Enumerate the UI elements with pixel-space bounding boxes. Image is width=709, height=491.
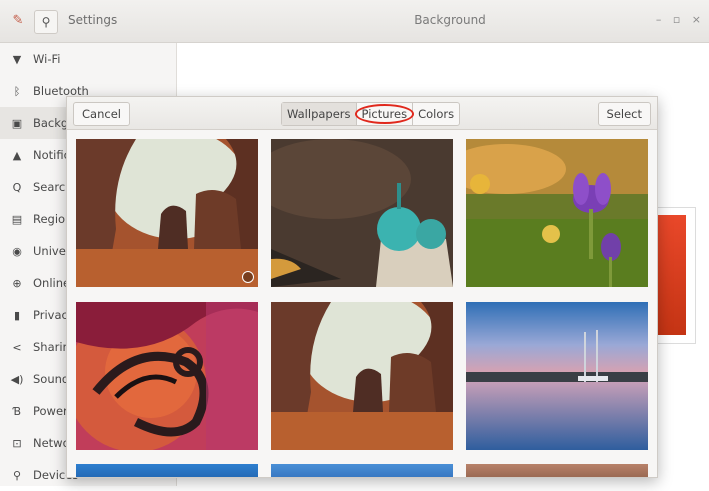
cathedral-dome-image — [271, 139, 453, 287]
background-chooser-dialog: Cancel Wallpapers Pictures Colors Select — [66, 96, 658, 478]
desert-arch-image-2 — [271, 302, 453, 450]
privacy-icon: ▮ — [13, 308, 21, 322]
sidebar-item-label: Netwo — [33, 436, 70, 450]
cancel-button[interactable]: Cancel — [73, 102, 130, 126]
harbor-sunset-image — [466, 302, 648, 450]
sidebar-item-label: Online — [33, 276, 71, 290]
tab-pictures[interactable]: Pictures — [354, 103, 414, 125]
sidebar-item-label: Notific — [33, 148, 70, 162]
wallpaper-grid — [67, 130, 657, 477]
background-icon: ▣ — [11, 116, 23, 130]
sidebar-item-wifi[interactable]: ▼ Wi-Fi — [0, 43, 176, 75]
bluetooth-icon: ᛒ — [13, 84, 21, 98]
wallpaper-thumbnail[interactable] — [271, 139, 453, 287]
sidebar-item-label: Sound — [33, 372, 70, 386]
purple-crocus-image — [466, 139, 648, 287]
wallpaper-thumbnail[interactable] — [466, 139, 648, 287]
wallpaper-thumbnail[interactable] — [271, 302, 453, 450]
network-icon: ⊡ — [12, 436, 22, 450]
desert-arch-image — [76, 139, 258, 287]
bell-icon: ▲ — [12, 148, 22, 162]
title-bar: ✎ ⚲ Settings Background – ▫ × — [0, 0, 709, 43]
wallpaper-thumbnail[interactable] — [76, 464, 258, 477]
search-icon: Q — [12, 180, 22, 194]
current-wallpaper-icon — [242, 271, 254, 283]
wifi-icon: ▼ — [12, 52, 22, 66]
speaker-icon: ◀) — [10, 372, 24, 386]
window-title: Background — [414, 13, 486, 27]
online-accounts-icon: ⊕ — [12, 276, 22, 290]
sidebar-item-label: Wi-Fi — [33, 52, 61, 66]
source-tabs: Wallpapers Pictures Colors — [281, 102, 461, 126]
dialog-header: Cancel Wallpapers Pictures Colors Select — [67, 97, 657, 130]
window-controls[interactable]: – ▫ × — [656, 13, 705, 26]
tab-colors[interactable]: Colors — [413, 103, 459, 125]
accessibility-icon: ◉ — [12, 244, 22, 258]
wallpaper-thumbnail[interactable] — [466, 302, 648, 450]
devices-icon: ⚲ — [12, 468, 22, 482]
wallpaper-thumbnail[interactable] — [271, 464, 453, 477]
abstract-swirl-image — [76, 302, 258, 450]
wallpaper-thumbnail[interactable] — [76, 302, 258, 450]
select-button[interactable]: Select — [597, 102, 651, 126]
keyboard-icon: ▤ — [11, 212, 23, 226]
sidebar-item-label: Univer — [33, 244, 71, 258]
background-preview[interactable] — [656, 215, 686, 335]
wallpaper-thumbnail[interactable] — [76, 139, 258, 287]
sidebar-item-label: Power — [33, 404, 68, 418]
power-icon: Ɓ — [12, 404, 22, 418]
tab-wallpapers[interactable]: Wallpapers — [282, 103, 357, 125]
share-icon: < — [12, 340, 22, 354]
wallpaper-thumbnail[interactable] — [466, 464, 648, 477]
